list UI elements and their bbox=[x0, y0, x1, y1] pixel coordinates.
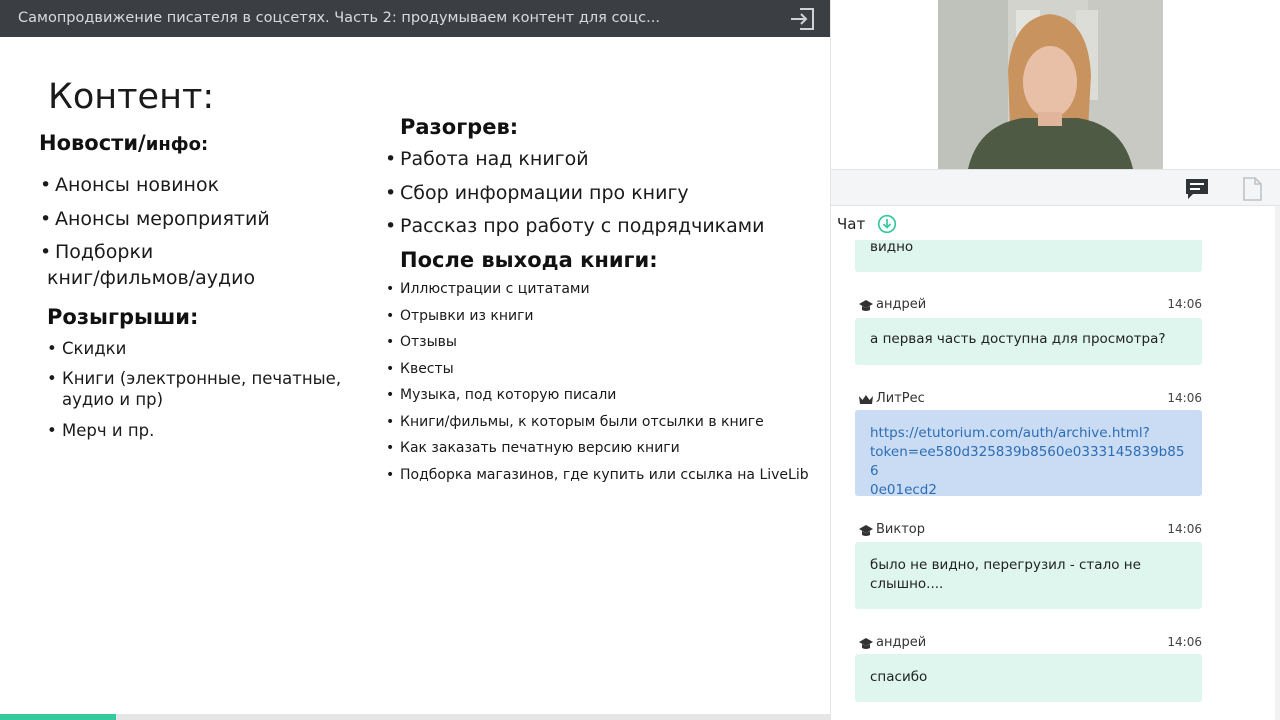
side-panel: Чат видно андрей 14:06 а первая часть до… bbox=[830, 0, 1280, 720]
list-item: Подборка магазинов, где купить или ссылк… bbox=[386, 467, 809, 483]
list-item: Сбор информации про книгу bbox=[385, 182, 689, 204]
message-author: Виктор bbox=[876, 522, 925, 537]
list-item: Как заказать печатную версию книги bbox=[386, 440, 680, 456]
message-text: а первая часть доступна для просмотра? bbox=[870, 331, 1166, 347]
message-header: андрей 14:06 bbox=[858, 635, 1202, 653]
message-time: 14:06 bbox=[1167, 297, 1202, 311]
chat-message-bubble: видно bbox=[855, 240, 1202, 272]
chat-label: Чат bbox=[837, 215, 866, 233]
title-bar: Самопродвижение писателя в соцсетях. Час… bbox=[0, 0, 830, 37]
link-line: https://etutorium.com/auth/archive.html? bbox=[870, 425, 1150, 441]
message-header: ЛитРес 14:06 bbox=[858, 391, 1202, 409]
giveaways-section-title: Розыгрыши: bbox=[47, 305, 199, 329]
chat-message-bubble: спасибо bbox=[855, 654, 1202, 702]
playback-progress-bar[interactable] bbox=[0, 714, 830, 720]
message-time: 14:06 bbox=[1167, 391, 1202, 405]
link-line: token=ee580d325839b8560e0333145839b856 bbox=[870, 444, 1185, 479]
graduation-cap-icon bbox=[858, 299, 874, 313]
list-item: Анонсы мероприятий bbox=[40, 208, 270, 230]
list-item: Иллюстрации с цитатами bbox=[386, 281, 590, 297]
list-item: Отзывы bbox=[386, 334, 457, 350]
progress-fill bbox=[0, 714, 117, 720]
presenter-video bbox=[938, 0, 1163, 169]
message-author: андрей bbox=[876, 297, 927, 312]
exit-icon[interactable] bbox=[788, 6, 818, 32]
graduation-cap-icon bbox=[858, 637, 874, 651]
message-text: спасибо bbox=[870, 669, 928, 685]
graduation-cap-icon bbox=[858, 524, 874, 538]
after-release-section-title: После выхода книги: bbox=[400, 248, 658, 272]
message-text: видно bbox=[870, 240, 914, 255]
download-chat-icon[interactable] bbox=[877, 214, 897, 234]
list-item: Анонсы новинок bbox=[40, 174, 219, 196]
news-section-title: Новости/инфо: bbox=[39, 131, 208, 155]
message-author: ЛитРес bbox=[876, 391, 925, 406]
chat-messages[interactable]: видно андрей 14:06 а первая часть доступ… bbox=[831, 240, 1271, 714]
presentation-slide: Контент: Новости/инфо: Анонсы новинок Ан… bbox=[0, 37, 830, 720]
message-time: 14:06 bbox=[1167, 522, 1202, 536]
list-item: Книги/фильмы, к которым были отсылки в к… bbox=[386, 414, 764, 430]
chat-message-bubble: было не видно, перегрузил - стало не слы… bbox=[855, 542, 1202, 609]
crown-icon bbox=[858, 393, 874, 407]
panel-scrollbar[interactable] bbox=[1275, 206, 1280, 720]
news-title-part: инфо: bbox=[145, 134, 209, 155]
list-item: Работа над книгой bbox=[385, 148, 589, 170]
panel-tabs bbox=[831, 169, 1280, 206]
chat-message-bubble: а первая часть доступна для просмотра? bbox=[855, 318, 1202, 365]
files-tab-icon[interactable] bbox=[1241, 176, 1263, 202]
list-item: Рассказ про работу с подрядчиками bbox=[385, 215, 765, 237]
link-line: 0e01ecd2 bbox=[870, 482, 937, 498]
list-item-continuation: книг/фильмов/аудио bbox=[47, 267, 256, 289]
warmup-section-title: Разогрев: bbox=[400, 115, 519, 139]
chat-message-bubble: https://etutorium.com/auth/archive.html?… bbox=[855, 410, 1202, 498]
message-author: андрей bbox=[876, 635, 927, 650]
list-item: Подборки bbox=[40, 241, 153, 263]
message-text: было не видно, перегрузил - стало не bbox=[870, 557, 1141, 573]
webinar-title: Самопродвижение писателя в соцсетях. Час… bbox=[18, 10, 660, 26]
list-item: Мерч и пр. bbox=[47, 421, 154, 440]
message-link[interactable]: https://etutorium.com/auth/archive.html?… bbox=[870, 424, 1187, 500]
news-title-part: Новости/ bbox=[39, 131, 146, 155]
message-header: андрей 14:06 bbox=[858, 297, 1202, 315]
chat-tab-icon[interactable] bbox=[1184, 177, 1210, 201]
list-item: Музыка, под которую писали bbox=[386, 387, 616, 403]
list-item-continuation: аудио и пр) bbox=[62, 390, 164, 409]
message-text: слышно.... bbox=[870, 576, 944, 592]
list-item: Отрывки из книги bbox=[386, 308, 533, 324]
message-header: Виктор 14:06 bbox=[858, 522, 1202, 540]
list-item: Книги (электронные, печатные, bbox=[47, 369, 341, 388]
message-time: 14:06 bbox=[1167, 635, 1202, 649]
slide-heading: Контент: bbox=[48, 77, 215, 117]
list-item: Скидки bbox=[47, 339, 126, 358]
list-item: Квесты bbox=[386, 361, 454, 377]
